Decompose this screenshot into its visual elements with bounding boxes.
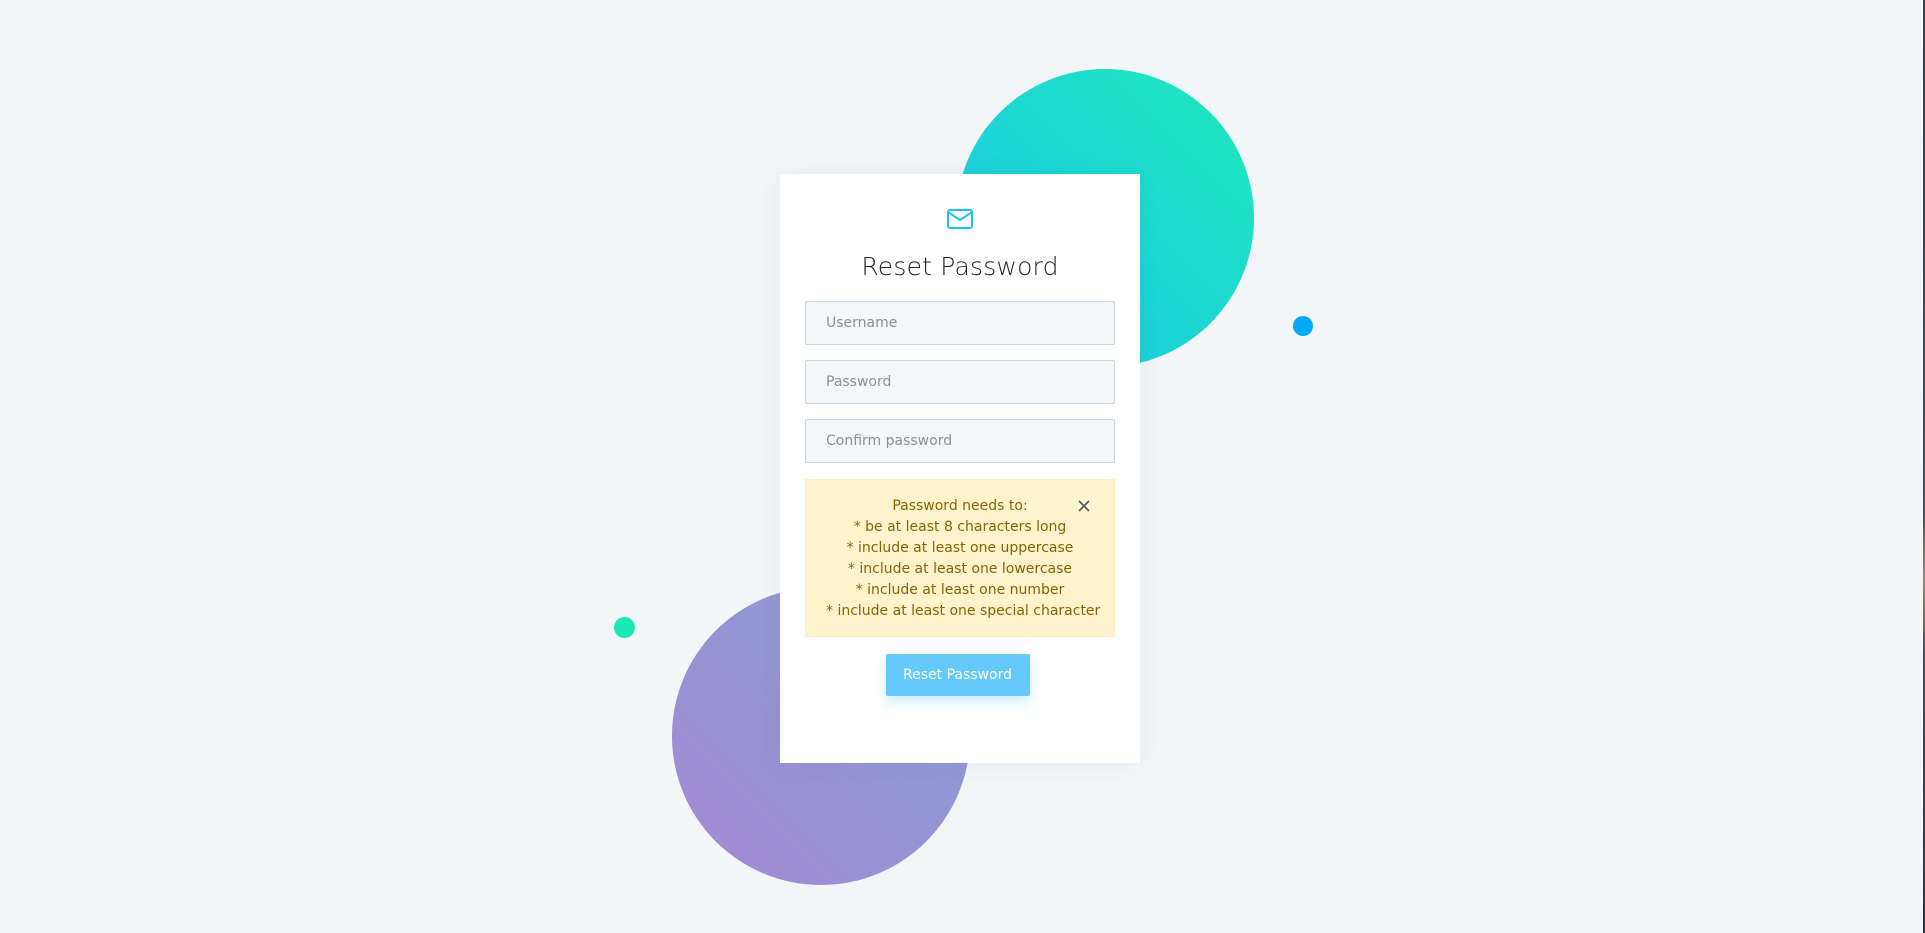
password-input[interactable]	[805, 360, 1115, 404]
page-title: Reset Password	[861, 252, 1059, 281]
mail-icon	[945, 204, 975, 234]
requirement-item: * include at least one number	[855, 582, 1065, 598]
requirement-item: * include at least one special character	[826, 603, 1101, 619]
username-input[interactable]	[805, 301, 1115, 345]
password-requirements-alert: Password needs to: * be at least 8 chara…	[805, 479, 1115, 637]
alert-heading: Password needs to:	[892, 498, 1028, 514]
reset-password-button[interactable]: Reset Password	[885, 654, 1030, 696]
decorative-dot-teal	[614, 617, 635, 638]
requirement-item: * include at least one uppercase	[846, 540, 1074, 556]
reset-password-card: Reset Password Password needs to: * be a…	[780, 174, 1140, 763]
close-icon[interactable]	[1076, 498, 1092, 514]
page-background: Reset Password Password needs to: * be a…	[0, 0, 1925, 933]
confirm-password-input[interactable]	[805, 419, 1115, 463]
decorative-dot-blue	[1293, 316, 1313, 336]
requirement-item: * be at least 8 characters long	[853, 519, 1067, 535]
requirement-item: * include at least one lowercase	[847, 561, 1073, 577]
